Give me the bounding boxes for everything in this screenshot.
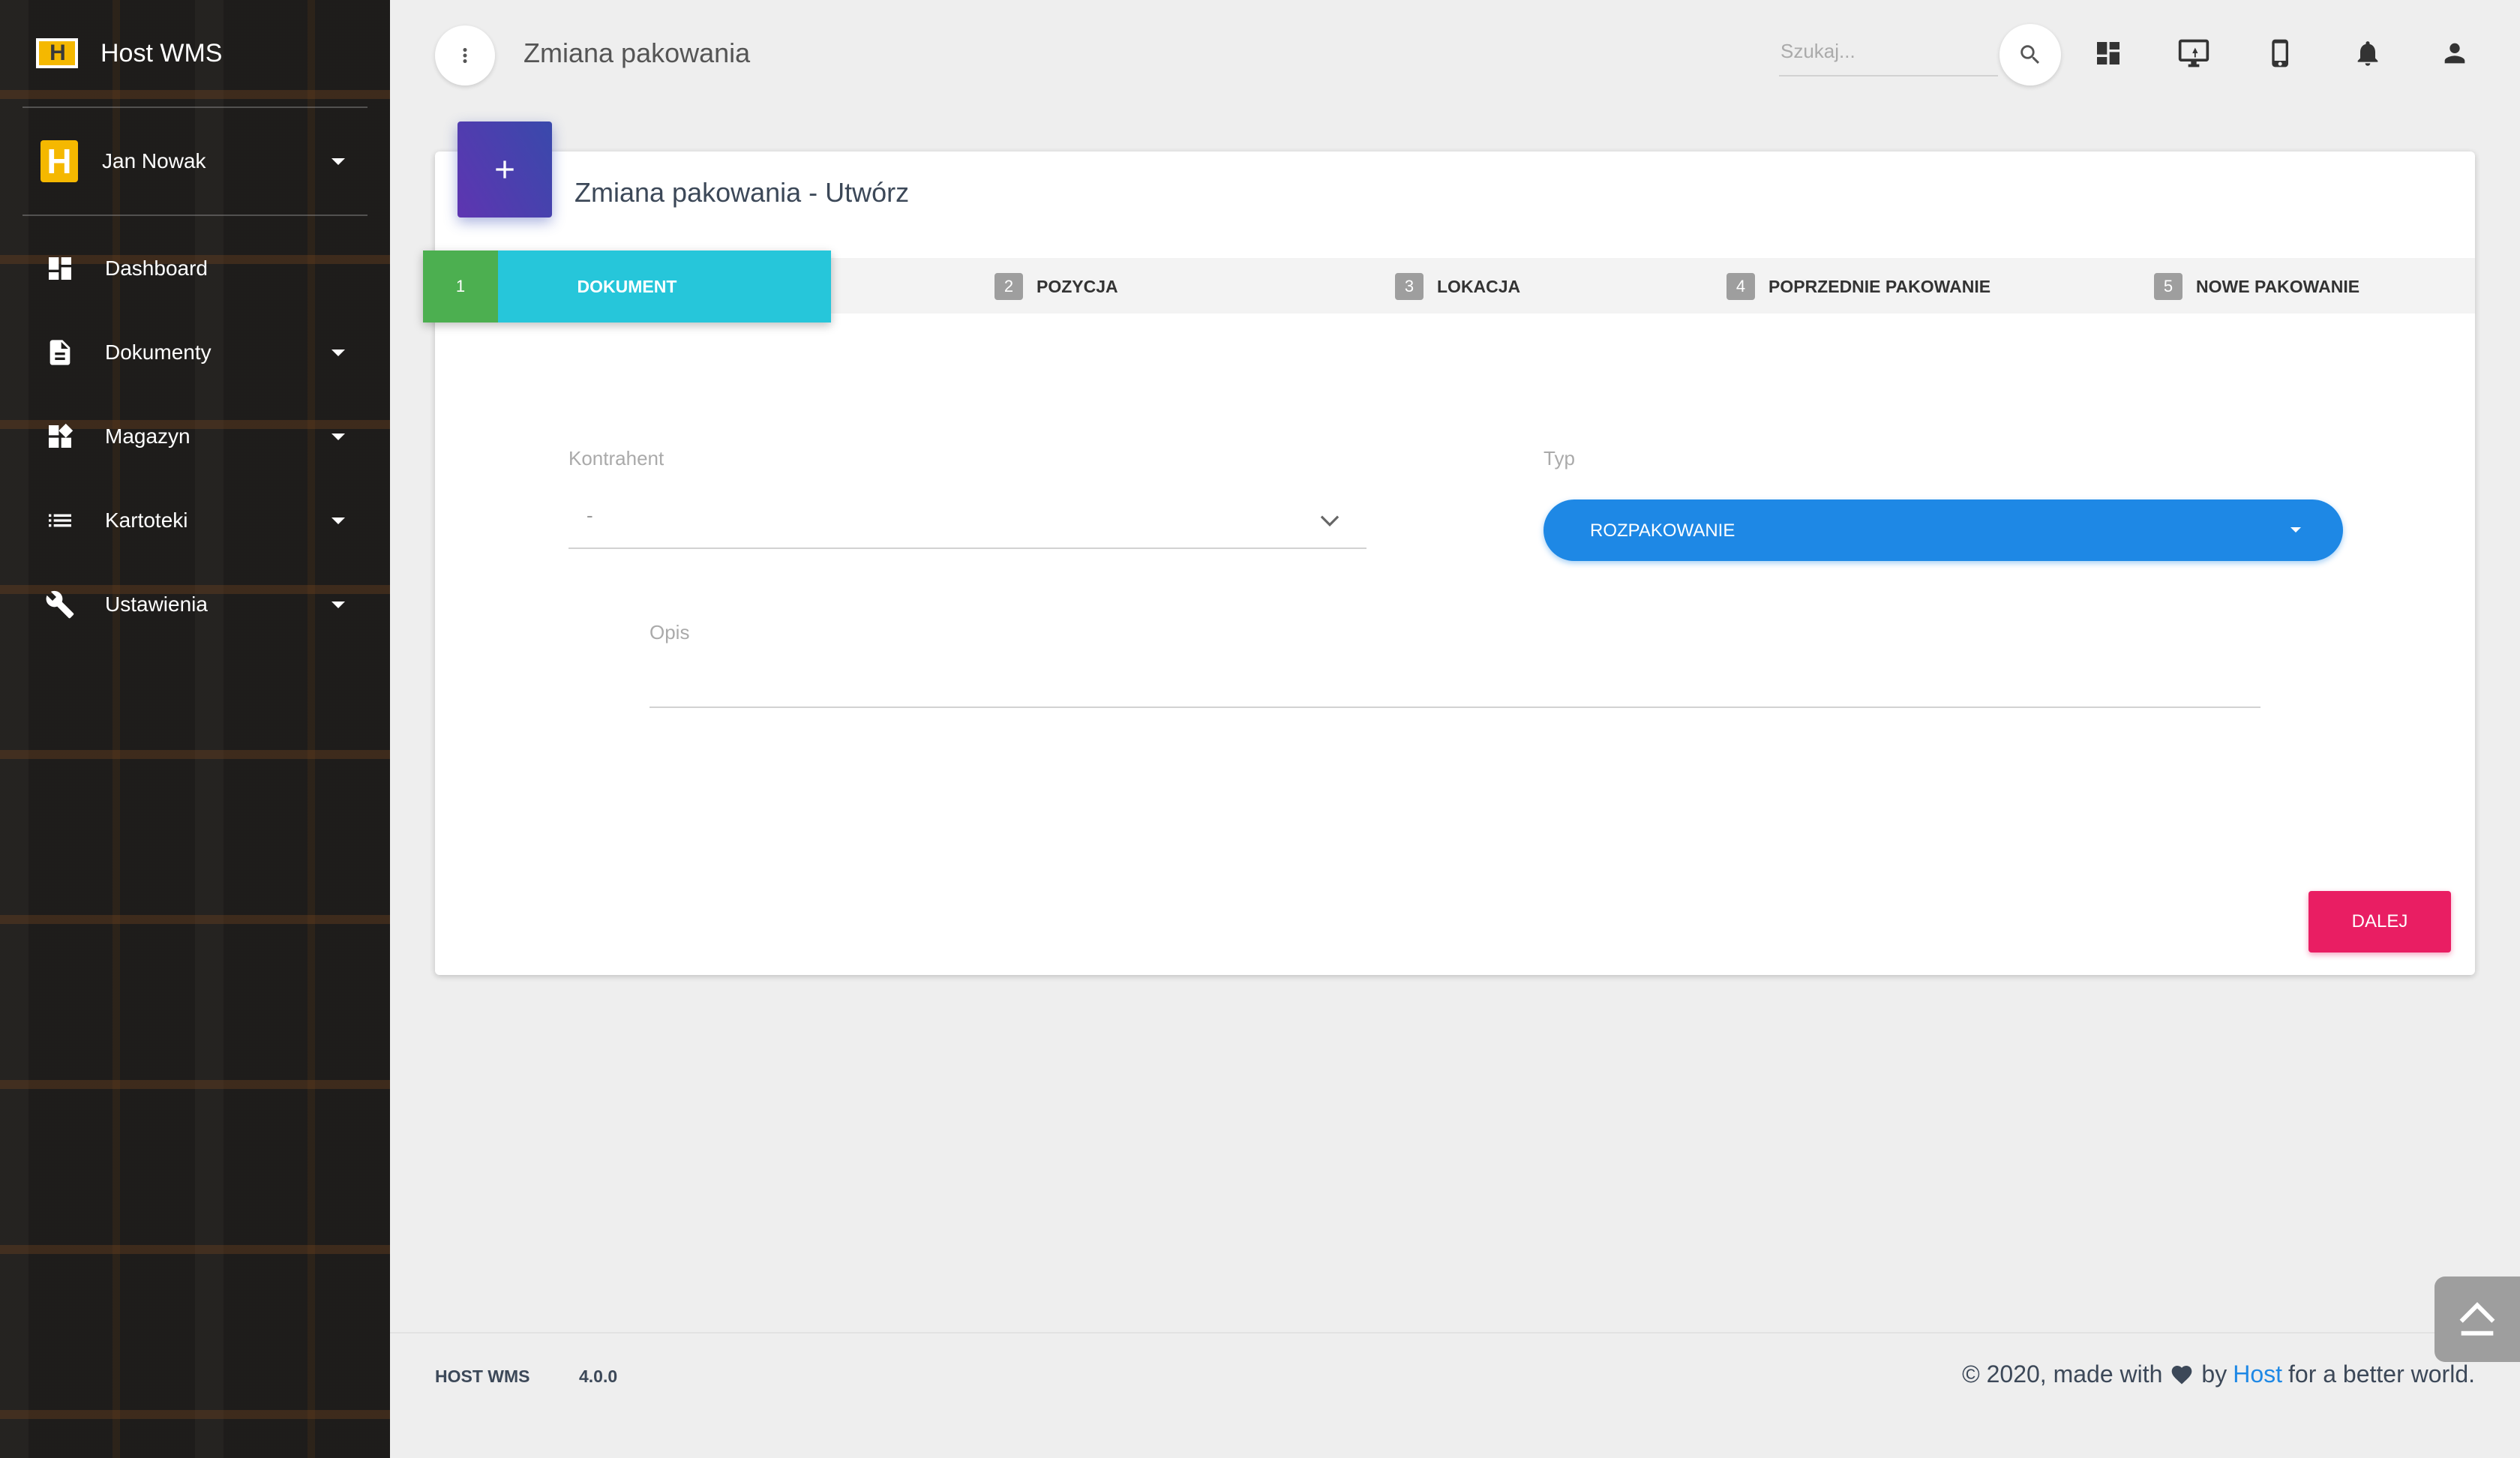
step-pozycja[interactable]: 2 POZYCJA — [994, 273, 1118, 300]
step-number: 5 — [2154, 273, 2182, 300]
step-number: 2 — [994, 273, 1023, 300]
wrench-icon — [44, 588, 76, 621]
brand-logo: H — [36, 38, 78, 68]
caret-down-icon — [332, 433, 345, 440]
kontrahent-select[interactable]: - — [568, 492, 1366, 549]
footer-app-name[interactable]: HOST WMS — [435, 1366, 530, 1387]
search-field — [1779, 32, 2001, 76]
step-label: POZYCJA — [1036, 276, 1118, 296]
phone-icon — [2272, 39, 2288, 68]
caret-down-icon — [332, 601, 345, 608]
user-name: Jan Nowak — [102, 149, 206, 172]
bell-icon — [2357, 41, 2378, 66]
footer-copyright: © 2020, made with by Host for a better w… — [1962, 1360, 2475, 1388]
next-button[interactable]: DALEJ — [2308, 891, 2451, 952]
user-menu[interactable]: H Jan Nowak — [0, 108, 390, 214]
kontrahent-value: - — [586, 504, 593, 526]
typ-value: ROZPAKOWANIE — [1590, 520, 1736, 541]
brand[interactable]: H Host WMS — [0, 0, 390, 106]
scroll-to-top-button[interactable] — [2434, 1276, 2520, 1362]
document-icon — [44, 336, 76, 369]
sidebar-item-label: Kartoteki — [105, 508, 188, 532]
typ-select[interactable]: ROZPAKOWANIE — [1544, 500, 2343, 561]
by-text: by — [2201, 1360, 2228, 1388]
chevron-down-icon — [1320, 515, 1340, 526]
sidebar-item-magazyn[interactable]: Magazyn — [0, 394, 390, 478]
step-dokument[interactable]: 1 DOKUMENT — [423, 250, 831, 322]
step-nowe-pakowanie[interactable]: 5 NOWE PAKOWANIE — [2154, 273, 2360, 300]
caret-down-icon — [332, 349, 345, 356]
sidebar-item-label: Magazyn — [105, 424, 190, 448]
dashboard-top-button[interactable] — [2090, 34, 2127, 72]
sidebar-nav: Dashboard Dokumenty Magazyn Kartoteki Us… — [0, 216, 390, 646]
step-number: 1 — [423, 250, 498, 322]
plus-icon — [496, 160, 514, 178]
arrow-up-icon — [2459, 1302, 2495, 1336]
kontrahent-label: Kontrahent — [568, 447, 664, 470]
typ-label: Typ — [1544, 447, 1575, 470]
dashboard-icon — [44, 252, 76, 285]
list-icon — [44, 504, 76, 537]
profile-button[interactable] — [2436, 34, 2474, 72]
user-avatar: H — [40, 140, 78, 182]
brand-name: Host WMS — [100, 38, 223, 68]
step-label: NOWE PAKOWANIE — [2196, 276, 2360, 296]
step-label: DOKUMENT — [577, 276, 677, 296]
card-title: Zmiana pakowania - Utwórz — [574, 177, 910, 208]
desktop-windows-icon — [2178, 39, 2210, 68]
more-vert-icon — [463, 48, 467, 63]
heart-icon — [2170, 1363, 2194, 1387]
sidebar-item-label: Dokumenty — [105, 340, 212, 364]
more-menu-button[interactable] — [435, 26, 495, 86]
step-number: 4 — [1726, 273, 1755, 300]
sidebar-item-dokumenty[interactable]: Dokumenty — [0, 310, 390, 394]
notifications-button[interactable] — [2349, 34, 2386, 72]
sidebar: H Host WMS H Jan Nowak Dashboard Dokumen… — [0, 0, 390, 1458]
footer-divider — [390, 1332, 2520, 1334]
sidebar-item-label: Dashboard — [105, 256, 208, 280]
dashboard-icon — [2097, 42, 2120, 64]
copyright-text: © 2020, made with — [1962, 1360, 2163, 1388]
desktop-button[interactable] — [2175, 34, 2212, 72]
person-icon — [2444, 43, 2465, 64]
opis-input[interactable] — [650, 660, 2260, 708]
mobile-button[interactable] — [2262, 34, 2300, 72]
step-poprzednie-pakowanie[interactable]: 4 POPRZEDNIE PAKOWANIE — [1726, 273, 1990, 300]
step-label: POPRZEDNIE PAKOWANIE — [1768, 276, 1991, 296]
step-lokacja[interactable]: 3 LOKACJA — [1395, 273, 1520, 300]
footer-version: 4.0.0 — [579, 1366, 618, 1386]
sidebar-item-dashboard[interactable]: Dashboard — [0, 226, 390, 310]
page-title: Zmiana pakowania — [524, 38, 751, 68]
sidebar-item-label: Ustawienia — [105, 592, 208, 616]
caret-down-icon — [332, 517, 345, 524]
host-link[interactable]: Host — [2233, 1360, 2282, 1388]
step-label: LOKACJA — [1437, 276, 1521, 296]
search-input[interactable] — [1779, 32, 2001, 70]
sidebar-item-ustawienia[interactable]: Ustawienia — [0, 562, 390, 646]
widgets-icon — [44, 420, 76, 453]
suffix-text: for a better world. — [2288, 1360, 2475, 1388]
step-number: 3 — [1395, 273, 1424, 300]
caret-down-icon — [2290, 527, 2301, 532]
search-icon — [2020, 45, 2040, 64]
card-header-icon — [458, 122, 552, 218]
caret-down-icon — [332, 158, 345, 165]
opis-label: Opis — [650, 621, 690, 644]
search-button[interactable] — [2000, 24, 2061, 86]
topbar: Zmiana pakowania — [390, 0, 2520, 106]
sidebar-item-kartoteki[interactable]: Kartoteki — [0, 478, 390, 562]
